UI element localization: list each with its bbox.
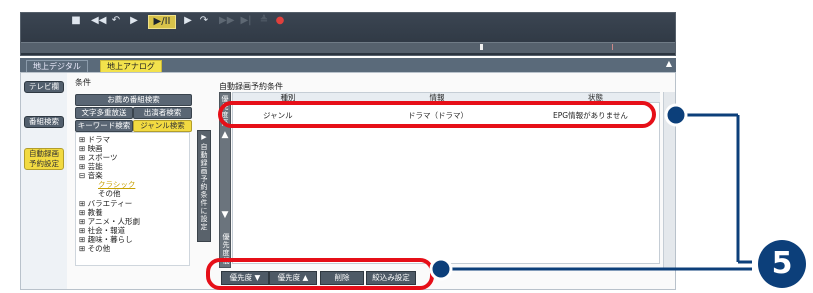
connector-dot-bottom [429,257,453,281]
callout-connector [429,103,806,288]
connector-dot-top [664,103,688,127]
callout-number: 5 [771,246,793,281]
